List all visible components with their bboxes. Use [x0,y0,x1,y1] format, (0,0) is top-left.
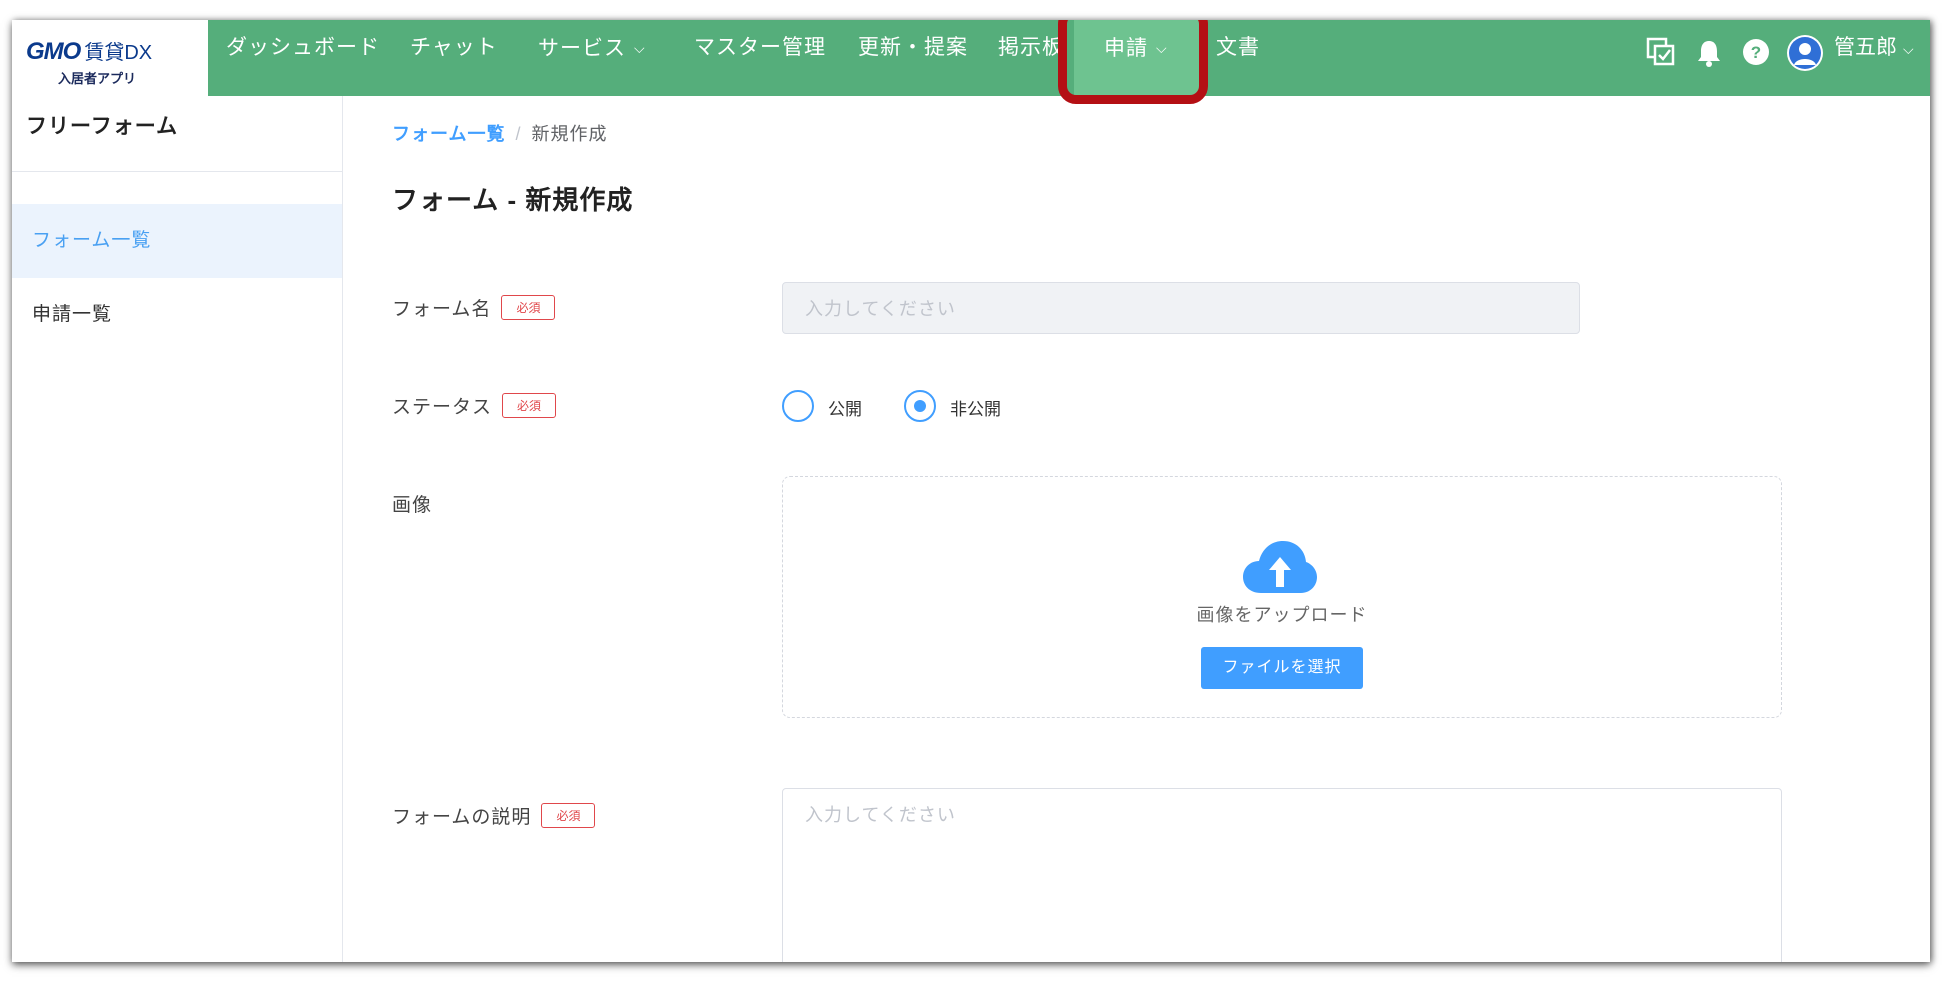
sidebar-item-application-list[interactable]: 申請一覧 [12,278,342,352]
required-badge: 必須 [501,295,556,320]
nav-documents-label: 文書 [1216,36,1260,59]
app-window: GMO 賃貸DX 入居者アプリ ダッシュボード チャット サービス ⌵ マスター管理… [12,20,1930,962]
divider [12,171,342,172]
chevron-down-icon: ⌵ [1156,40,1168,56]
image-label: 画像 [392,495,433,516]
user-menu[interactable]: 管五郎 ⌵ [1834,20,1914,77]
radio-public-label[interactable]: 公開 [828,395,862,420]
sidebar: フリーフォーム フォーム一覧 申請一覧 [12,96,343,962]
cloud-upload-icon [1243,541,1317,593]
sidebar-item-form-list[interactable]: フォーム一覧 [12,204,342,278]
radio-private-label[interactable]: 非公開 [950,395,1001,420]
svg-text:?: ? [1751,43,1761,62]
logo-brand: GMO [26,38,81,65]
logo-subtitle: 入居者アプリ [58,71,137,86]
nav-services-label: サービス [538,37,626,60]
description-label-text: フォームの説明 [392,807,532,828]
logo-service: 賃貸DX [84,42,153,64]
nav-master[interactable]: マスター管理 [694,20,826,96]
chevron-down-icon: ⌵ [634,40,646,56]
tasks-icon[interactable] [1646,37,1676,67]
select-file-button[interactable]: ファイルを選択 [1201,647,1363,689]
required-badge: 必須 [541,803,596,828]
chevron-down-icon: ⌵ [1903,41,1914,57]
help-icon[interactable]: ? [1742,38,1770,66]
nav-master-label: マスター管理 [694,36,826,59]
nav-dashboard-label: ダッシュボード [226,36,380,59]
nav-dashboard[interactable]: ダッシュボード [226,20,380,96]
avatar-icon[interactable] [1786,34,1824,72]
breadcrumb-current: 新規作成 [531,124,608,144]
upload-text: 画像をアップロード [1196,605,1368,625]
description-textarea[interactable]: 入力してください [782,788,1782,962]
form-name-placeholder: 入力してください [805,299,956,319]
status-label-text: ステータス [392,397,493,418]
nav-applications[interactable]: 申請 ⌵ [1104,20,1168,96]
user-name: 管五郎 [1834,36,1897,59]
nav-renewal[interactable]: 更新・提案 [858,20,968,96]
nav-renewal-label: 更新・提案 [858,36,968,59]
breadcrumb-separator: / [515,124,522,144]
nav-applications-label: 申請 [1104,37,1148,60]
bell-icon[interactable] [1696,39,1722,67]
nav-services[interactable]: サービス ⌵ [538,20,646,96]
nav-chat[interactable]: チャット [410,20,498,96]
radio-private[interactable] [904,390,936,422]
sidebar-title: フリーフォーム [26,115,179,138]
form-name-input[interactable]: 入力してください [782,282,1580,334]
image-upload-area[interactable]: 画像をアップロード ファイルを選択 [782,476,1782,718]
breadcrumb: フォーム一覧 / 新規作成 [392,120,607,146]
nav-chat-label: チャット [410,36,498,59]
required-badge: 必須 [502,393,557,418]
nav-board[interactable]: 掲示板 [998,20,1064,96]
description-placeholder: 入力してください [805,805,956,825]
radio-public[interactable] [782,390,814,422]
description-label: フォームの説明 必須 [392,802,596,829]
logo[interactable]: GMO 賃貸DX 入居者アプリ [12,20,208,96]
status-label: ステータス 必須 [392,392,557,419]
form-name-label: フォーム名 必須 [392,294,556,321]
top-navbar: GMO 賃貸DX 入居者アプリ ダッシュボード チャット サービス ⌵ マスター管理… [12,20,1930,104]
page-title: フォーム - 新規作成 [392,185,634,215]
nav-board-label: 掲示板 [998,36,1064,59]
nav-documents[interactable]: 文書 [1216,20,1260,96]
breadcrumb-link[interactable]: フォーム一覧 [392,124,505,144]
form-name-label-text: フォーム名 [392,299,492,320]
